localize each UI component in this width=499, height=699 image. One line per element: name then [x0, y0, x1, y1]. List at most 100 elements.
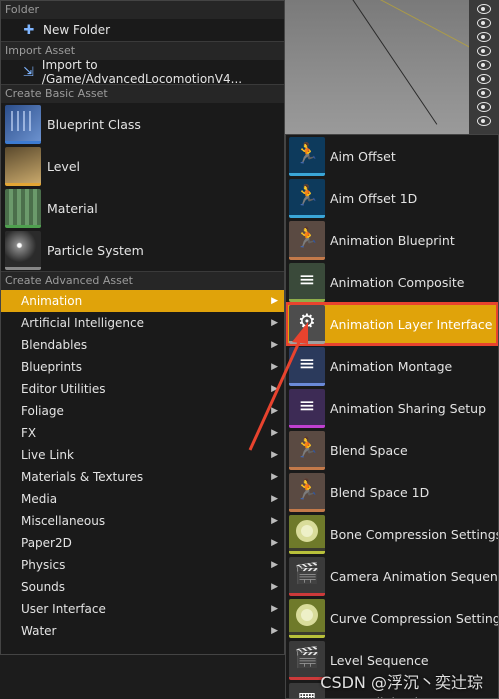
category-item[interactable]: Paper2D ▶	[1, 532, 284, 554]
eye-icon[interactable]	[477, 60, 491, 70]
import-icon: ⇲	[23, 64, 34, 80]
submenu-arrow-icon: ▶	[271, 428, 278, 438]
category-label: Miscellaneous	[21, 514, 106, 528]
submenu-item[interactable]: Curve Compression Settings	[286, 597, 498, 639]
submenu-item[interactable]: 🎬 Camera Animation Sequence	[286, 555, 498, 597]
eye-icon[interactable]	[477, 116, 491, 126]
eye-icon[interactable]	[477, 88, 491, 98]
submenu-arrow-icon: ▶	[271, 516, 278, 526]
new-folder-label: New Folder	[43, 23, 111, 37]
material-icon	[5, 188, 41, 228]
submenu-arrow-icon: ▶	[271, 626, 278, 636]
submenu-arrow-icon: ▶	[271, 604, 278, 614]
basic-asset-item[interactable]: Blueprint Class	[1, 103, 284, 145]
category-item[interactable]: Media ▶	[1, 488, 284, 510]
level-icon	[5, 146, 41, 186]
category-item[interactable]: Physics ▶	[1, 554, 284, 576]
category-item[interactable]: Miscellaneous ▶	[1, 510, 284, 532]
category-label: Blueprints	[21, 360, 83, 374]
submenu-item-label: Aim Offset	[330, 148, 396, 164]
submenu-arrow-icon: ▶	[271, 472, 278, 482]
section-header-basic: Create Basic Asset	[1, 84, 284, 103]
category-item[interactable]: Editor Utilities ▶	[1, 378, 284, 400]
import-item[interactable]: ⇲ Import to /Game/AdvancedLocomotionV4..…	[1, 58, 284, 86]
category-item[interactable]: Blueprints ▶	[1, 356, 284, 378]
category-item[interactable]: User Interface ▶	[1, 598, 284, 620]
submenu-item[interactable]: 🏃 Aim Offset	[286, 135, 498, 177]
level-viewport[interactable]	[285, 0, 499, 138]
category-label: FX	[21, 426, 37, 440]
eye-icon[interactable]	[477, 18, 491, 28]
basic-asset-item[interactable]: Level	[1, 145, 284, 187]
category-item[interactable]: Blendables ▶	[1, 334, 284, 356]
submenu-arrow-icon: ▶	[271, 494, 278, 504]
category-label: Live Link	[21, 448, 74, 462]
animation-blueprint-icon: 🏃	[289, 220, 325, 260]
submenu-item-label: Camera Animation Sequence	[330, 568, 499, 584]
eye-icon[interactable]	[477, 46, 491, 56]
bone-compression-icon	[289, 514, 325, 554]
category-item[interactable]: Live Link ▶	[1, 444, 284, 466]
submenu-item[interactable]: ⚙ Animation Layer Interface	[286, 302, 498, 346]
submenu-item-label: Blend Space 1D	[330, 484, 430, 500]
category-item[interactable]: Artificial Intelligence ▶	[1, 312, 284, 334]
category-label: Water	[21, 624, 57, 638]
category-item[interactable]: Sounds ▶	[1, 576, 284, 598]
submenu-item[interactable]: 🏃 Animation Blueprint	[286, 219, 498, 261]
aim-offset-1d-icon: 🏃	[289, 178, 325, 218]
submenu-item-label: Level Sequence	[330, 652, 429, 668]
blueprint-class-icon	[5, 104, 41, 144]
animation-montage-icon: ≡	[289, 346, 325, 386]
submenu-arrow-icon: ▶	[271, 538, 278, 548]
camera-animation-icon: 🎬	[289, 556, 325, 596]
visibility-toggle-strip	[469, 0, 499, 138]
eye-icon[interactable]	[477, 74, 491, 84]
basic-asset-label: Particle System	[47, 242, 144, 258]
submenu-item[interactable]: 🏃 Blend Space	[286, 429, 498, 471]
animation-submenu: 🏃 Aim Offset 🏃 Aim Offset 1D 🏃 Animation Blue…	[285, 134, 499, 699]
blend-space-1d-icon: 🏃	[289, 472, 325, 512]
category-label: Paper2D	[21, 536, 72, 550]
submenu-arrow-icon: ▶	[271, 582, 278, 592]
submenu-item[interactable]: ≡ Animation Montage	[286, 345, 498, 387]
category-item[interactable]: FX ▶	[1, 422, 284, 444]
category-label: Artificial Intelligence	[21, 316, 144, 330]
eye-icon[interactable]	[477, 32, 491, 42]
basic-asset-item[interactable]: Material	[1, 187, 284, 229]
aim-offset-icon: 🏃	[289, 136, 325, 176]
viewport-wire-line	[347, 0, 438, 125]
new-folder-item[interactable]: ✚ New Folder	[1, 19, 284, 41]
submenu-arrow-icon: ▶	[271, 560, 278, 570]
new-folder-icon: ✚	[23, 22, 35, 38]
submenu-item[interactable]: Bone Compression Settings	[286, 513, 498, 555]
submenu-arrow-icon: ▶	[271, 296, 278, 306]
category-item[interactable]: Water ▶	[1, 620, 284, 642]
basic-asset-label: Level	[47, 158, 80, 174]
submenu-arrow-icon: ▶	[271, 406, 278, 416]
category-label: Blendables	[21, 338, 88, 352]
submenu-item-label: Animation Sharing Setup	[330, 400, 487, 416]
submenu-item[interactable]: 🏃 Blend Space 1D	[286, 471, 498, 513]
submenu-item[interactable]: 🏃 Aim Offset 1D	[286, 177, 498, 219]
eye-icon[interactable]	[477, 102, 491, 112]
watermark: CSDN @浮沉丶奕辻琮	[320, 673, 483, 692]
submenu-arrow-icon: ▶	[271, 318, 278, 328]
submenu-item-label: Animation Blueprint	[330, 232, 455, 248]
basic-asset-item[interactable]: Particle System	[1, 229, 284, 271]
eye-icon[interactable]	[477, 4, 491, 14]
submenu-item[interactable]: ≡ Animation Composite	[286, 261, 498, 303]
category-label: Animation	[21, 294, 83, 308]
submenu-arrow-icon: ▶	[271, 362, 278, 372]
submenu-item-label: Paper Flipbook	[330, 695, 422, 699]
blend-space-icon: 🏃	[289, 430, 325, 470]
submenu-item[interactable]: ≡ Animation Sharing Setup	[286, 387, 498, 429]
category-item[interactable]: Materials & Textures ▶	[1, 466, 284, 488]
category-label: User Interface	[21, 602, 106, 616]
content-browser-context-menu: Folder ✚ New Folder Import Asset ⇲ Impor…	[0, 0, 285, 655]
category-label: Editor Utilities	[21, 382, 106, 396]
category-item[interactable]: Foliage ▶	[1, 400, 284, 422]
particle-system-icon	[5, 230, 41, 270]
category-item[interactable]: Animation ▶	[1, 290, 284, 312]
submenu-arrow-icon: ▶	[271, 340, 278, 350]
submenu-arrow-icon: ▶	[271, 384, 278, 394]
